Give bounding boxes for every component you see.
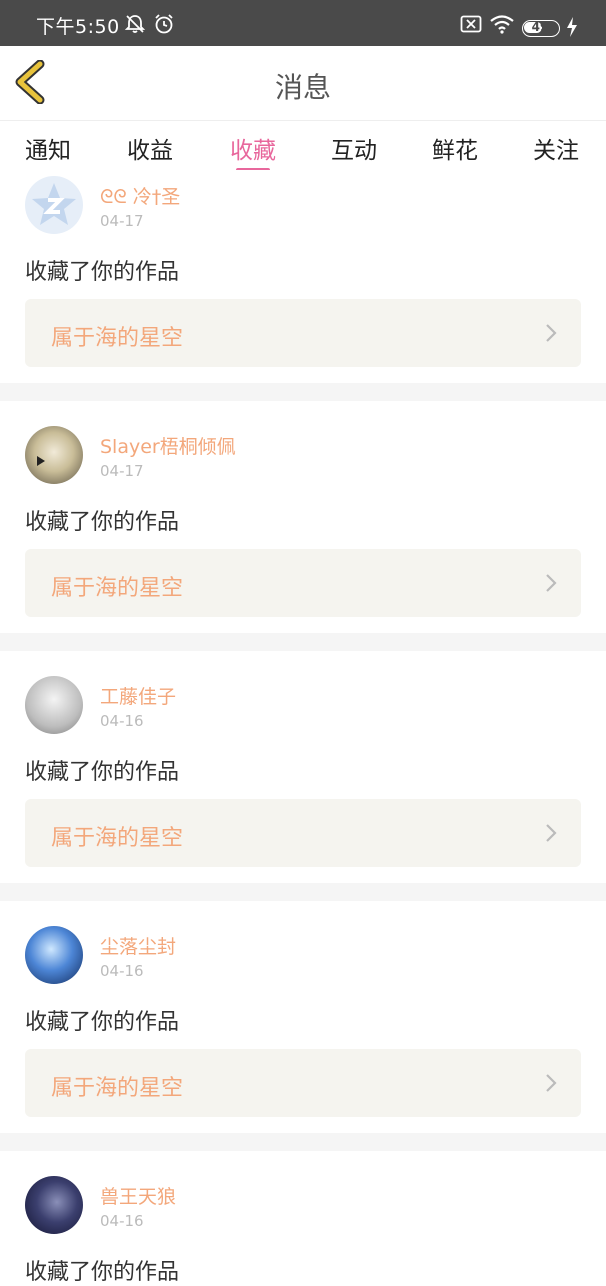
tab-favorites[interactable]: 收藏 (230, 131, 276, 165)
default-avatar-star-icon (32, 183, 76, 225)
video-play-icon (37, 456, 45, 466)
username[interactable]: 尘落尘封 (100, 932, 176, 959)
username[interactable]: 工藤佳子 (100, 682, 176, 709)
chevron-right-icon (546, 574, 557, 592)
avatar[interactable] (25, 1176, 83, 1234)
message-card: Slayer梧桐倾佩 04-17 收藏了你的作品 属于海的星空 (0, 401, 606, 633)
battery-level: 49 (531, 20, 549, 34)
message-card: 工藤佳子 04-16 收藏了你的作品 属于海的星空 (0, 651, 606, 883)
message-date: 04-16 (100, 962, 144, 980)
chevron-right-icon (546, 1074, 557, 1092)
message-card: 兽王天狼 04-16 收藏了你的作品 (0, 1151, 606, 1285)
username[interactable]: 兽王天狼 (100, 1182, 176, 1209)
avatar[interactable] (25, 676, 83, 734)
message-date: 04-17 (100, 212, 144, 230)
message-text: 收藏了你的作品 (25, 1010, 180, 1035)
work-title: 属于海的星空 (51, 1076, 184, 1101)
avatar[interactable] (25, 926, 83, 984)
message-card: ᘓᘓ 冷†圣 04-17 收藏了你的作品 属于海的星空 (0, 170, 606, 383)
divider (0, 1133, 606, 1151)
message-date: 04-16 (100, 1212, 144, 1230)
mute-bell-icon (124, 15, 146, 33)
charging-icon (567, 17, 577, 37)
message-date: 04-16 (100, 712, 144, 730)
wifi-icon (490, 15, 514, 34)
chevron-right-icon (546, 324, 557, 342)
message-text: 收藏了你的作品 (25, 1260, 180, 1285)
chevron-right-icon (546, 824, 557, 842)
tab-flowers[interactable]: 鲜花 (432, 131, 478, 165)
username[interactable]: Slayer梧桐倾佩 (100, 432, 236, 459)
avatar[interactable] (25, 426, 83, 484)
message-text: 收藏了你的作品 (25, 510, 180, 535)
work-title: 属于海的星空 (51, 826, 184, 851)
work-title: 属于海的星空 (51, 576, 184, 601)
status-time: 下午5:50 (36, 16, 120, 38)
tab-earnings[interactable]: 收益 (127, 131, 173, 165)
divider (0, 633, 606, 651)
username[interactable]: ᘓᘓ 冷†圣 (100, 182, 180, 209)
message-text: 收藏了你的作品 (25, 260, 180, 285)
tab-notifications[interactable]: 通知 (25, 131, 71, 165)
divider (0, 383, 606, 401)
battery-icon: 49 (522, 20, 560, 37)
tab-bar: 通知 收益 收藏 互动 鲜花 关注 (0, 121, 606, 177)
work-link[interactable]: 属于海的星空 (25, 799, 581, 867)
no-sim-icon (460, 15, 482, 33)
work-title: 属于海的星空 (51, 326, 184, 351)
message-text: 收藏了你的作品 (25, 760, 180, 785)
header: 消息 (0, 46, 606, 121)
work-link[interactable]: 属于海的星空 (25, 549, 581, 617)
alarm-icon (155, 14, 173, 34)
tab-interactions[interactable]: 互动 (331, 131, 377, 165)
work-link[interactable]: 属于海的星空 (25, 1049, 581, 1117)
page-title: 消息 (274, 71, 331, 104)
message-date: 04-17 (100, 462, 144, 480)
message-card: 尘落尘封 04-16 收藏了你的作品 属于海的星空 (0, 901, 606, 1133)
work-link[interactable]: 属于海的星空 (25, 299, 581, 367)
tab-follows[interactable]: 关注 (533, 131, 579, 165)
avatar[interactable] (25, 176, 83, 234)
status-bar: 下午5:50 49 (0, 0, 606, 46)
divider (0, 883, 606, 901)
